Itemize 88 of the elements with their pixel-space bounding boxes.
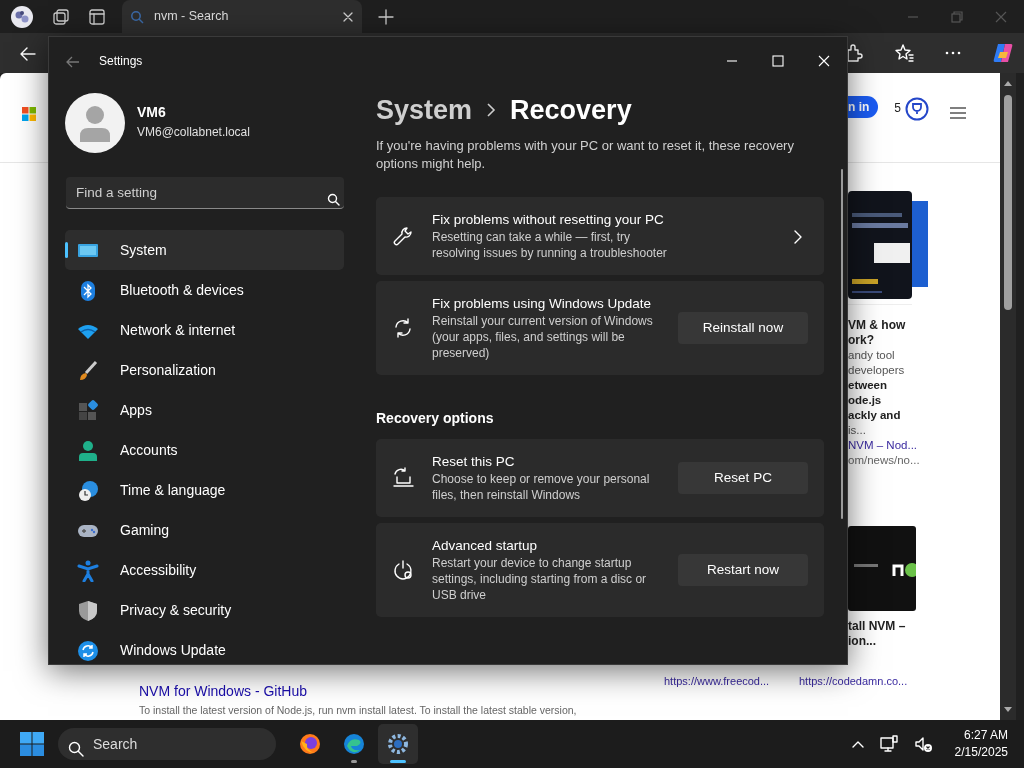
maximize-icon[interactable] bbox=[772, 54, 784, 67]
chevron-right-icon bbox=[486, 102, 497, 117]
taskbar-app[interactable] bbox=[378, 724, 418, 764]
card-title: Reset this PC bbox=[432, 453, 516, 472]
laptop-reset-icon bbox=[392, 467, 414, 490]
window-title: Settings bbox=[99, 52, 143, 70]
result-snippet: etween bbox=[848, 378, 888, 393]
avatar-icon[interactable] bbox=[10, 4, 34, 29]
logo-icon[interactable] bbox=[22, 106, 36, 121]
clock[interactable]: 6:27 AM 2/15/2025 bbox=[954, 727, 1008, 761]
nav-item[interactable]: Privacy & security bbox=[65, 590, 344, 631]
result-snippet: developers bbox=[848, 363, 906, 378]
shield-icon bbox=[77, 599, 99, 622]
browser-icon bbox=[298, 732, 322, 756]
scroll-thumb[interactable] bbox=[1004, 95, 1012, 310]
action-button[interactable]: Restart now bbox=[678, 554, 808, 587]
section-heading: Recovery options bbox=[376, 409, 495, 429]
result-title[interactable]: ion... bbox=[848, 634, 1004, 649]
card-title: Fix problems without resetting your PC bbox=[432, 211, 665, 230]
result-title[interactable]: VM & how bbox=[848, 318, 1004, 333]
result-title[interactable]: ork? bbox=[848, 333, 1004, 348]
nav-item[interactable]: Windows Update bbox=[65, 630, 344, 671]
gear-icon bbox=[386, 732, 410, 756]
card-description: Resetting can take a while — first, try resolving issues by running a troubleshooter bbox=[432, 229, 668, 262]
nav-item[interactable]: Bluetooth & devices bbox=[65, 270, 344, 311]
sync-icon bbox=[77, 639, 99, 662]
breadcrumb-link[interactable]: System bbox=[376, 89, 473, 131]
scroll-up-icon[interactable] bbox=[1003, 79, 1013, 87]
result-link[interactable]: NVM for Windows - GitHub bbox=[139, 681, 308, 702]
brush-icon bbox=[77, 359, 99, 382]
result-snippet: is... bbox=[848, 423, 867, 438]
result-snippet: ackly and bbox=[848, 408, 902, 423]
card-title: Advanced startup bbox=[432, 537, 539, 556]
wrench-icon bbox=[392, 225, 414, 248]
person-icon bbox=[77, 439, 99, 462]
apps-icon bbox=[77, 399, 99, 422]
star-icon[interactable] bbox=[894, 43, 914, 63]
result-url: om/news/no... bbox=[848, 453, 921, 468]
tabs-icon[interactable] bbox=[52, 7, 70, 26]
start-icon[interactable] bbox=[20, 732, 44, 757]
card-description: Reinstall your current version of Windows (your apps, files, and settings will be preserved) bbox=[432, 313, 654, 362]
rewards-count: 5 bbox=[894, 100, 901, 117]
sync-icon bbox=[392, 317, 414, 340]
nav-item[interactable]: Gaming bbox=[65, 510, 344, 551]
search-icon bbox=[327, 192, 340, 206]
result-snippet: To install the latest version of Node.js, run nvm install latest. To install the latest stable version, bbox=[139, 703, 578, 718]
nav-item[interactable]: Apps bbox=[65, 390, 344, 431]
search-field[interactable]: Find a setting bbox=[66, 177, 344, 210]
nav-item[interactable]: Accessibility bbox=[65, 550, 344, 591]
scrollbar[interactable] bbox=[1000, 73, 1016, 720]
tab-actions-icon[interactable] bbox=[88, 7, 106, 26]
card-title: Fix problems using Windows Update bbox=[432, 295, 653, 314]
result-snippet: andy tool bbox=[848, 348, 896, 363]
card-description: Restart your device to change startup settings, including starting from a disc or USB drive bbox=[432, 555, 648, 604]
power-gear-icon bbox=[392, 559, 414, 582]
browser-icon bbox=[342, 732, 366, 756]
settings-card[interactable]: Fix problems without resetting your PC Resetting can take a while — first, try resolving issues by running a troubleshooter bbox=[376, 197, 824, 276]
trophy-icon[interactable] bbox=[905, 96, 929, 121]
nav-item[interactable]: Accounts bbox=[65, 430, 344, 471]
accessibility-icon bbox=[77, 559, 99, 582]
nav-item[interactable]: System bbox=[65, 230, 344, 271]
reset-button[interactable]: Reset PC bbox=[678, 462, 808, 495]
url-link[interactable]: https://www.freecod... bbox=[664, 673, 799, 690]
network-icon[interactable] bbox=[878, 734, 899, 754]
sign-in-button[interactable]: n in bbox=[848, 96, 879, 118]
clock-icon bbox=[77, 479, 99, 502]
nav-item[interactable]: Time & language bbox=[65, 470, 344, 511]
result-snippet: ode.js bbox=[848, 393, 883, 408]
nav-item[interactable]: Network & internet bbox=[65, 310, 344, 351]
browser-tab[interactable]: nvm - Search bbox=[122, 0, 362, 33]
result-title[interactable]: tall NVM – bbox=[848, 619, 1004, 634]
page-title: Recovery bbox=[510, 93, 632, 127]
menu-icon[interactable] bbox=[949, 105, 967, 120]
user-email: VM6@collabnet.local bbox=[137, 123, 250, 141]
source-link[interactable]: NVM – Nod... bbox=[848, 438, 1004, 453]
nav-item[interactable]: Personalization bbox=[65, 350, 344, 391]
url-link[interactable]: https://codedamn.co... bbox=[799, 673, 934, 690]
search-icon bbox=[130, 9, 144, 24]
action-button[interactable]: Reinstall now bbox=[678, 312, 808, 345]
user-name: VM6 bbox=[137, 102, 167, 122]
new-tab-icon[interactable] bbox=[378, 9, 394, 26]
search-field[interactable]: Search bbox=[58, 728, 276, 760]
card-description: Choose to keep or remove your personal files, then reinstall Windows bbox=[432, 471, 651, 504]
intro-text: If you're having problems with your PC or want to reset it, these recovery options might help. bbox=[376, 137, 795, 174]
chevron-right-icon bbox=[794, 230, 802, 245]
scroll-down-icon[interactable] bbox=[1003, 706, 1013, 714]
app-logo-icon[interactable] bbox=[992, 42, 1014, 64]
scrollbar[interactable] bbox=[841, 169, 843, 520]
